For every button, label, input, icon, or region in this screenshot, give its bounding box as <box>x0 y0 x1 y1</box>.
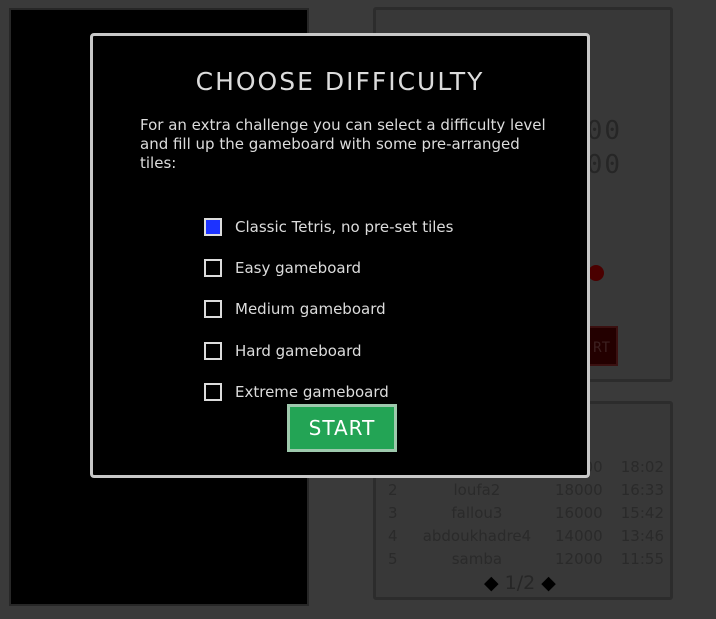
status-indicator-icon <box>588 265 604 281</box>
start-button[interactable]: START <box>287 404 397 452</box>
option-hard[interactable]: Hard gameboard <box>204 330 453 371</box>
dialog-description: For an extra challenge you can select a … <box>140 116 546 172</box>
option-classic[interactable]: Classic Tetris, no pre-set tiles <box>204 206 453 247</box>
lines-value: 00 <box>586 150 622 180</box>
table-row: 5 samba 12000 11:55 <box>388 550 664 568</box>
option-label: Extreme gameboard <box>235 382 389 401</box>
difficulty-options: Classic Tetris, no pre-set tiles Easy ga… <box>204 206 453 412</box>
checkbox-medium[interactable] <box>204 300 222 319</box>
checkbox-hard[interactable] <box>204 341 222 360</box>
option-easy[interactable]: Easy gameboard <box>204 247 453 288</box>
option-label: Medium gameboard <box>235 300 386 319</box>
table-row: 3 fallou3 16000 15:42 <box>388 504 664 522</box>
highscore-pager: ◆ 1/2 ◆ <box>484 572 556 594</box>
checkbox-easy[interactable] <box>204 258 222 277</box>
table-row: 2 loufa2 18000 16:33 <box>388 481 664 499</box>
dialog-title: CHOOSE DIFFICULTY <box>195 67 485 96</box>
score-value: 00 <box>586 116 622 146</box>
option-label: Hard gameboard <box>235 341 362 360</box>
diamond-left-icon[interactable]: ◆ <box>484 572 499 594</box>
page-indicator: 1/2 <box>504 572 536 594</box>
table-row: 4 abdoukhadre4 14000 13:46 <box>388 527 664 545</box>
option-label: Easy gameboard <box>235 258 361 277</box>
option-medium[interactable]: Medium gameboard <box>204 289 453 330</box>
option-label: Classic Tetris, no pre-set tiles <box>235 217 454 236</box>
diamond-right-icon[interactable]: ◆ <box>541 572 556 594</box>
checkbox-classic[interactable] <box>204 217 222 236</box>
difficulty-dialog: CHOOSE DIFFICULTY For an extra challenge… <box>90 33 590 478</box>
checkbox-extreme[interactable] <box>204 382 222 401</box>
